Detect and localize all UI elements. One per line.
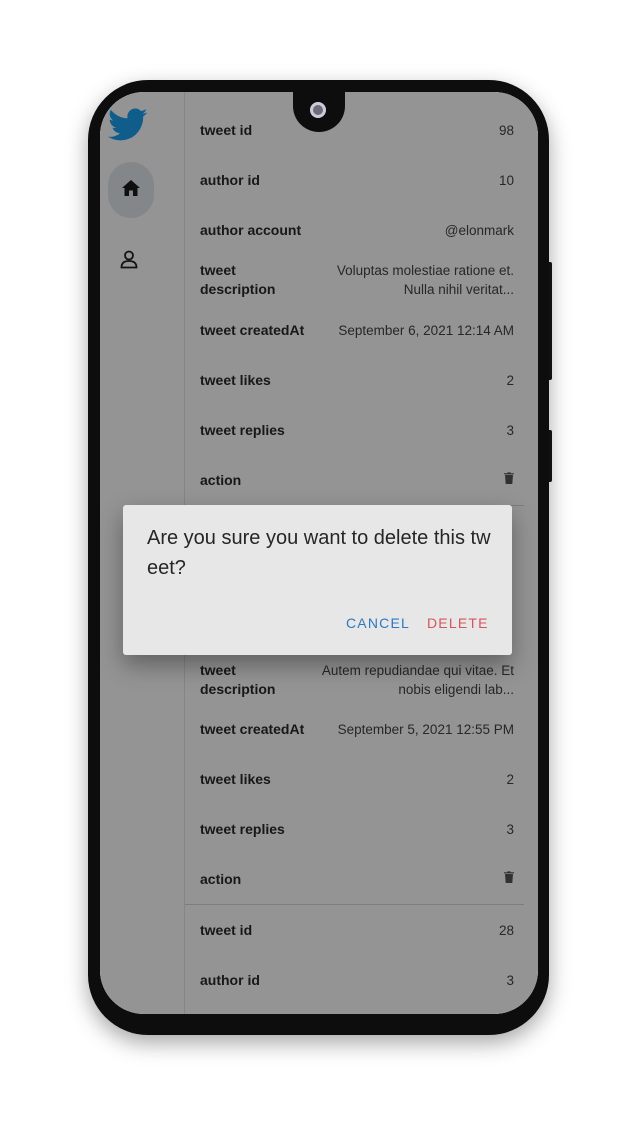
- camera-icon: [310, 102, 326, 118]
- confirm-delete-dialog: Are you sure you want to delete this twe…: [123, 505, 512, 655]
- delete-button[interactable]: DELETE: [427, 615, 489, 631]
- cancel-button[interactable]: CANCEL: [346, 615, 410, 631]
- dialog-title: Are you sure you want to delete this twe…: [147, 527, 491, 579]
